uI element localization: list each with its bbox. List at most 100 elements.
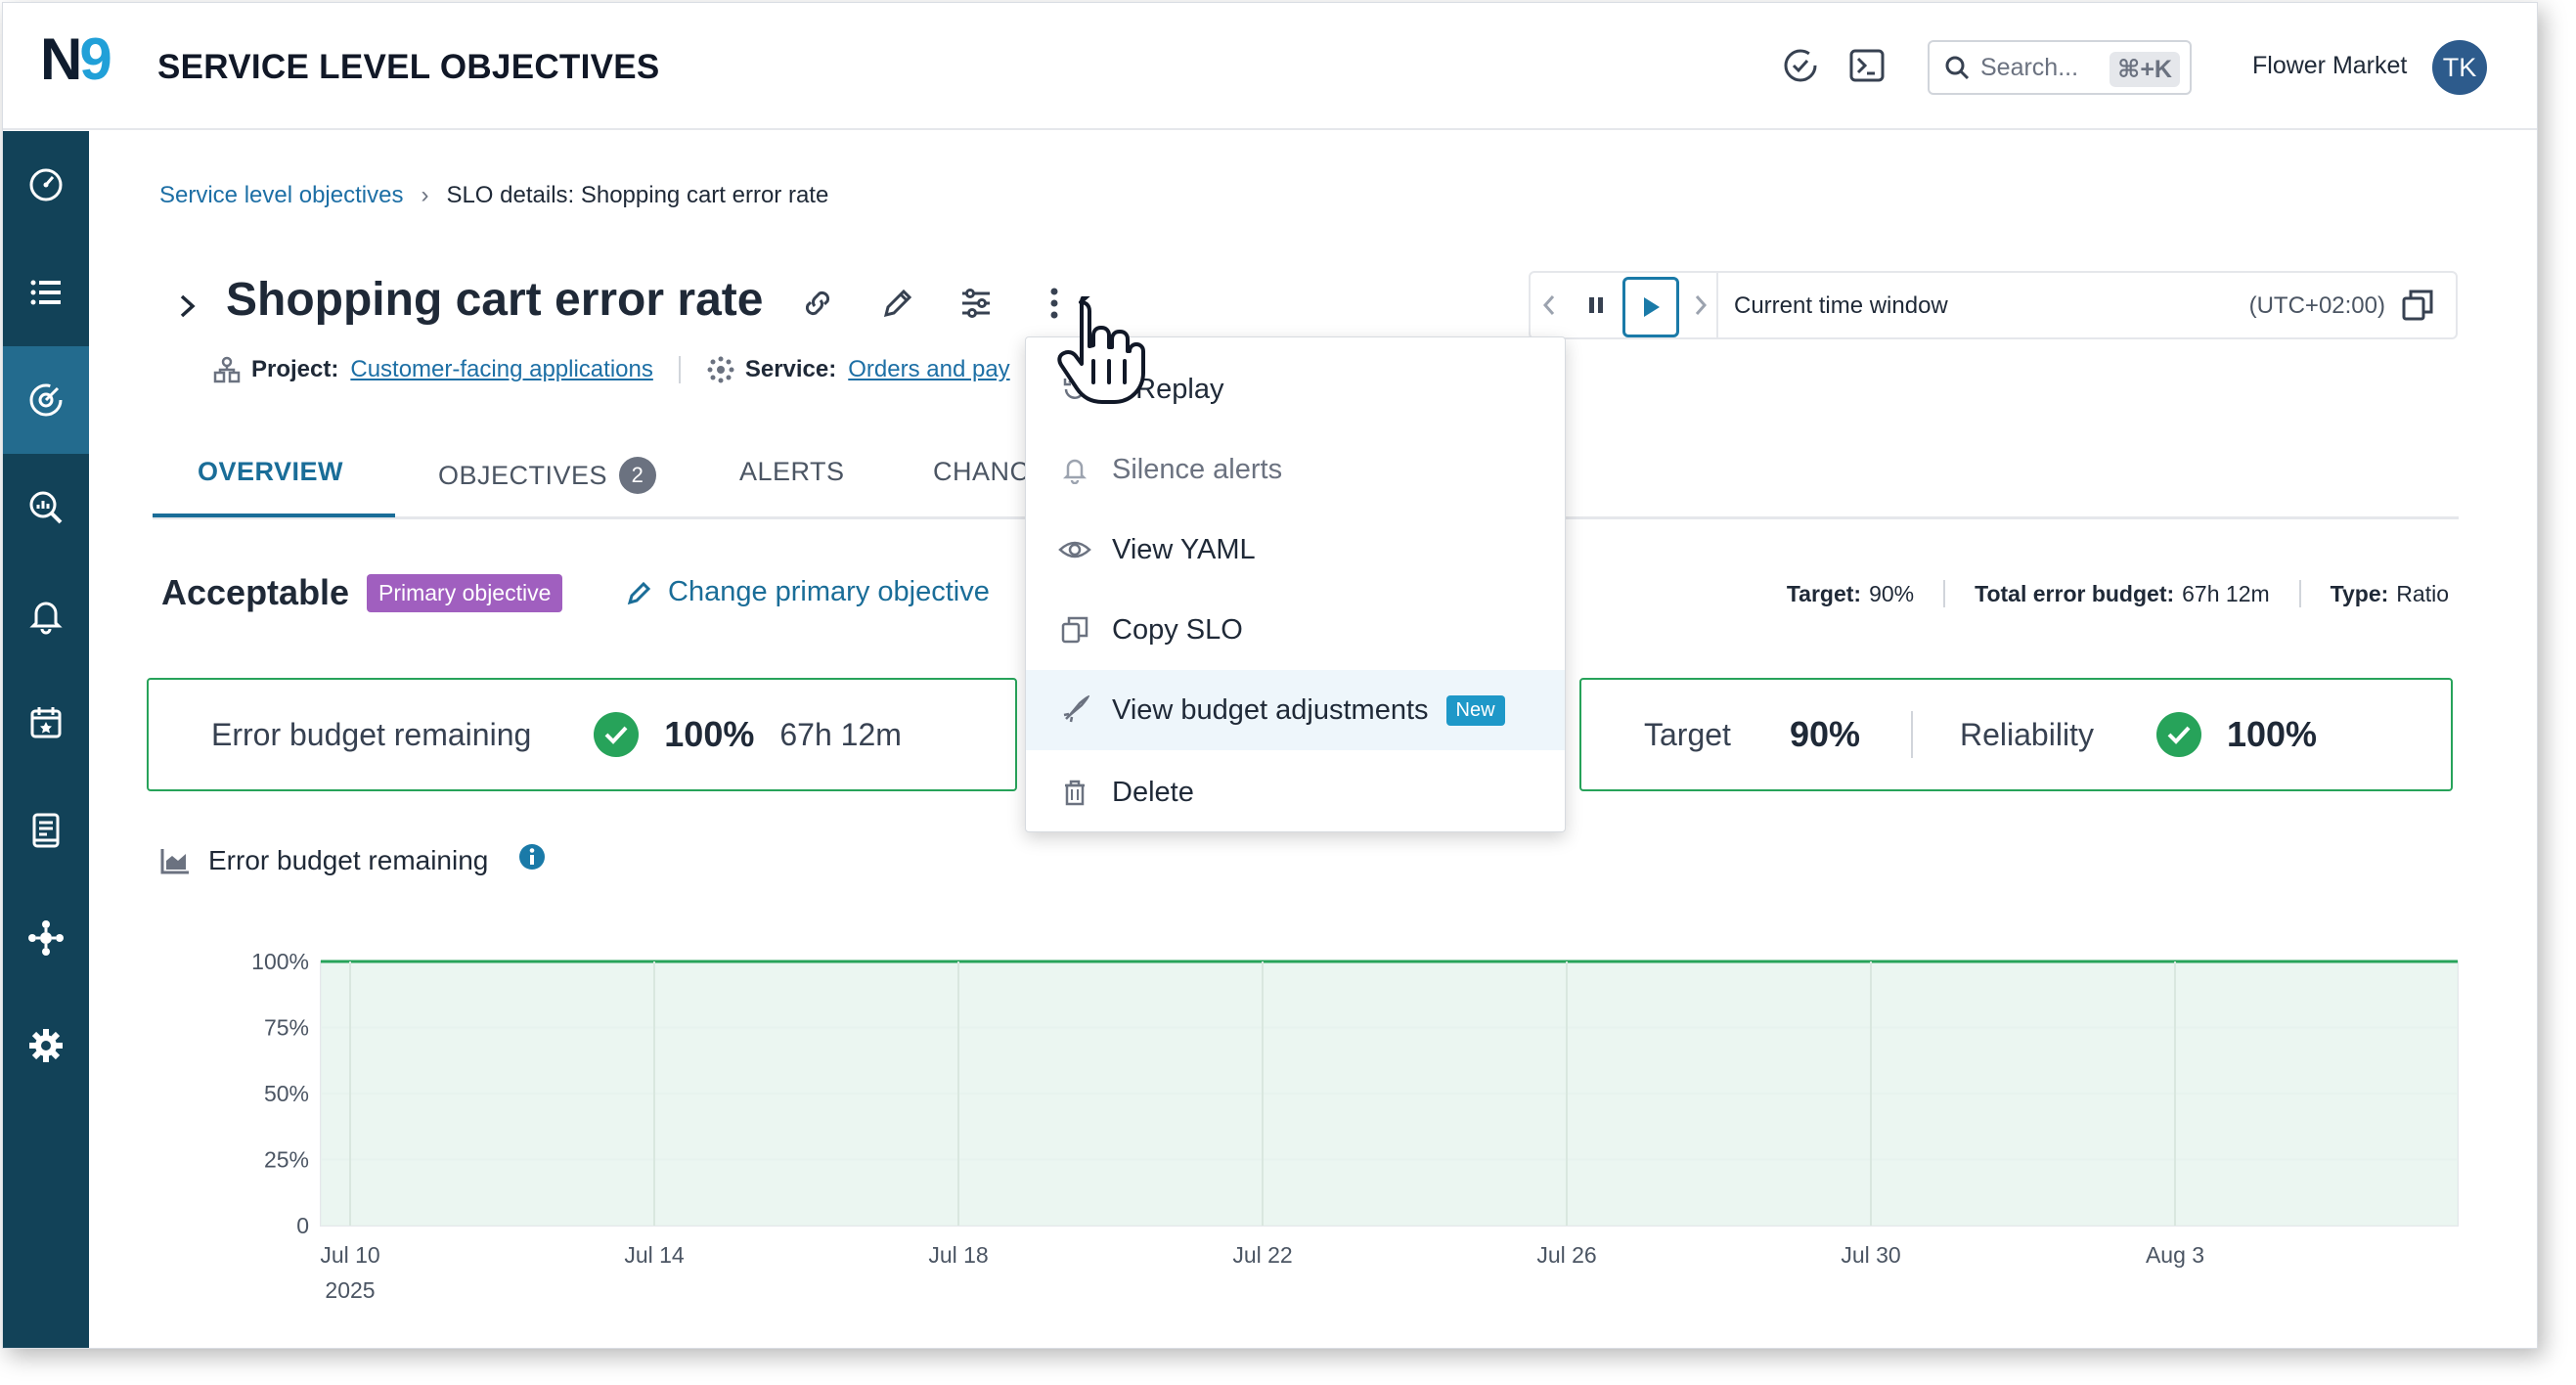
time-window-control: Current time window (UTC+02:00) xyxy=(1529,271,2458,339)
x-tick-label: Jul 26 xyxy=(1536,1242,1596,1268)
pause-icon xyxy=(1589,297,1603,313)
previous-window-button[interactable] xyxy=(1531,273,1568,337)
slo-meta: Project: Customer-facing applications Se… xyxy=(212,355,1010,384)
expand-chevron-icon[interactable] xyxy=(177,291,199,326)
check-icon xyxy=(594,712,640,757)
edit-icon[interactable] xyxy=(877,283,918,324)
speedometer-icon xyxy=(29,168,63,201)
service-link[interactable]: Orders and pay xyxy=(848,356,1009,383)
target-card-value: 90% xyxy=(1789,714,1860,754)
check-clock-icon[interactable] xyxy=(1781,46,1820,85)
pause-button[interactable] xyxy=(1574,273,1619,337)
app-window: N9 SERVICE LEVEL OBJECTIVES Search... ⌘+… xyxy=(2,2,2538,1349)
gear-icon xyxy=(29,1029,63,1062)
menu-item-view-budget-adjustments[interactable]: View budget adjustments New xyxy=(1026,670,1565,750)
pencil-icon xyxy=(627,581,651,604)
objective-name: Acceptable xyxy=(161,572,350,612)
menu-item-copy-slo[interactable]: Copy SLO xyxy=(1026,590,1565,670)
sidebar-item-query[interactable] xyxy=(3,454,89,561)
menu-item-label: Copy SLO xyxy=(1112,613,1243,646)
target-card-label: Target xyxy=(1644,716,1731,752)
menu-item-label: Delete xyxy=(1112,776,1194,808)
copy-link-button[interactable] xyxy=(2397,273,2438,337)
sidebar-item-calendar[interactable] xyxy=(3,669,89,777)
hand-cursor-icon xyxy=(1049,291,1147,411)
page-title: Shopping cart error rate xyxy=(226,274,764,326)
objective-meta: Target: 90% Total error budget: 67h 12m … xyxy=(1787,580,2449,607)
total-budget-label: Total error budget: xyxy=(1975,580,2175,606)
sidebar xyxy=(3,131,89,1348)
play-button[interactable] xyxy=(1622,277,1679,337)
error-budget-chart: 100% 75% 50% 25% 0 Jul 10 Jul 14 Jul 18 Jul 22 Ju… xyxy=(251,949,2459,1303)
x-tick-label: Jul 14 xyxy=(624,1242,685,1268)
chart-header: Error budget remaining xyxy=(159,842,547,878)
y-tick-label: 0 xyxy=(296,1213,309,1238)
area-chart-icon xyxy=(160,848,189,873)
bell-icon xyxy=(29,602,63,635)
check-icon xyxy=(2155,712,2201,757)
sidebar-item-reports[interactable] xyxy=(3,777,89,884)
search-input[interactable]: Search... ⌘+K xyxy=(1928,40,2192,95)
project-icon xyxy=(213,356,241,383)
error-budget-card: Error budget remaining 100% 67h 12m xyxy=(147,678,1017,791)
nodes-icon xyxy=(28,920,64,956)
objectives-count-badge: 2 xyxy=(619,457,657,494)
reliability-card: Target 90% Reliability 100% xyxy=(1579,678,2453,791)
target-label: Target: xyxy=(1786,580,1862,606)
active-tab-indicator xyxy=(153,514,395,517)
menu-item-silence-alerts[interactable]: Silence alerts xyxy=(1026,429,1565,510)
copy-icon xyxy=(1055,610,1094,649)
y-tick-label: 50% xyxy=(264,1081,309,1106)
target-value: 90% xyxy=(1869,580,1915,606)
sidebar-item-integrations[interactable] xyxy=(3,884,89,992)
type-label: Type: xyxy=(2330,580,2389,606)
sidebar-item-settings[interactable] xyxy=(3,992,89,1099)
series-area xyxy=(321,961,2458,1226)
primary-objective-badge: Primary objective xyxy=(367,574,563,612)
tab-changes[interactable]: CHANC xyxy=(933,457,1030,487)
menu-item-label: Silence alerts xyxy=(1112,453,1283,485)
menu-item-view-yaml[interactable]: View YAML xyxy=(1026,510,1565,590)
chevron-left-icon xyxy=(1542,295,1555,315)
reliability-value: 100% xyxy=(2226,714,2318,754)
x-tick-label: Jul 18 xyxy=(928,1242,988,1268)
magnifier-chart-icon xyxy=(29,491,63,524)
change-primary-objective-button[interactable]: Change primary objective xyxy=(625,576,990,608)
tab-overview[interactable]: OVERVIEW xyxy=(198,457,343,487)
y-tick-label: 25% xyxy=(264,1147,309,1173)
avatar[interactable]: TK xyxy=(2432,40,2487,95)
calendar-icon xyxy=(30,707,62,738)
tab-objectives[interactable]: OBJECTIVES 2 xyxy=(438,457,657,494)
org-name[interactable]: Flower Market xyxy=(2252,52,2407,80)
search-icon xyxy=(1945,56,1970,80)
sidebar-item-list[interactable] xyxy=(3,239,89,346)
copy-icon xyxy=(2402,290,2433,321)
service-label: Service: xyxy=(744,356,837,382)
sidebar-item-slo[interactable] xyxy=(3,346,89,454)
next-window-button[interactable] xyxy=(1685,273,1716,337)
eye-icon xyxy=(1055,530,1094,569)
info-icon[interactable] xyxy=(517,842,547,878)
sliders-icon[interactable] xyxy=(955,283,997,324)
service-icon xyxy=(707,356,734,383)
chevron-right-icon xyxy=(1695,295,1708,315)
top-bar: N9 SERVICE LEVEL OBJECTIVES Search... ⌘+… xyxy=(3,3,2537,130)
time-window-label[interactable]: Current time window xyxy=(1734,292,1948,320)
y-tick-label: 75% xyxy=(264,1015,309,1041)
terminal-icon[interactable] xyxy=(1847,46,1887,85)
sidebar-item-alerts[interactable] xyxy=(3,561,89,669)
breadcrumb-parent-link[interactable]: Service level objectives xyxy=(159,182,403,209)
tab-alerts[interactable]: ALERTS xyxy=(739,457,845,487)
x-tick-label: Jul 22 xyxy=(1232,1242,1292,1268)
report-icon xyxy=(32,813,60,848)
list-icon xyxy=(30,280,61,305)
logo[interactable]: N9 xyxy=(40,30,112,89)
menu-item-label: View budget adjustments xyxy=(1112,693,1429,726)
menu-item-label: View YAML xyxy=(1112,533,1256,565)
link-icon[interactable] xyxy=(797,283,838,324)
breadcrumb-current: SLO details: Shopping cart error rate xyxy=(446,182,829,208)
project-link[interactable]: Customer-facing applications xyxy=(350,356,652,383)
x-tick-label: Jul 10 xyxy=(320,1242,379,1268)
sidebar-item-dashboard[interactable] xyxy=(3,131,89,239)
menu-item-delete[interactable]: Delete xyxy=(1026,752,1565,832)
